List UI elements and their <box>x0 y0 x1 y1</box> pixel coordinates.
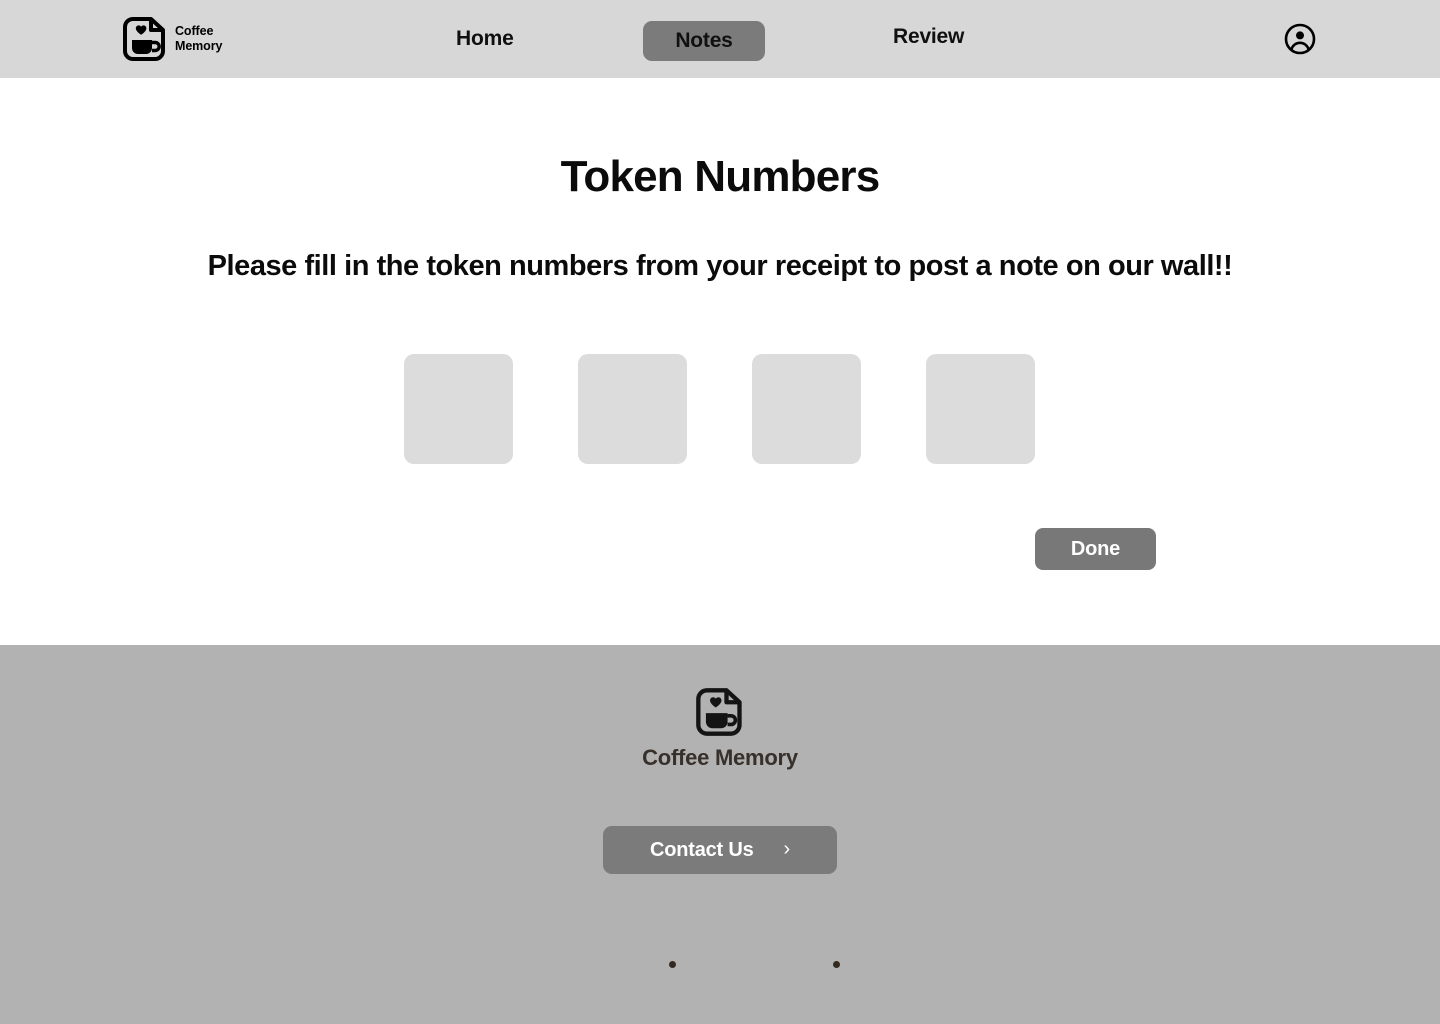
token-input-2[interactable] <box>578 354 687 464</box>
page-root: Coffee Memory Home Notes Review Token Nu… <box>0 0 1440 1024</box>
done-button[interactable]: Done <box>1035 528 1156 570</box>
contact-us-label: Contact Us <box>649 838 754 861</box>
brand-name-line1: Coffee <box>175 24 214 39</box>
chevron-right-icon: › <box>783 838 791 860</box>
token-input-3[interactable] <box>752 354 861 464</box>
token-input-group <box>404 354 1035 464</box>
social-dot-icon-1[interactable] <box>669 961 676 968</box>
site-header: Coffee Memory Home Notes Review <box>0 0 1440 78</box>
token-input-4[interactable] <box>926 354 1035 464</box>
coffee-note-logo-icon <box>123 17 165 61</box>
main-content: Token Numbers Please fill in the token n… <box>0 78 1440 645</box>
nav-item-notes-label: Notes <box>675 29 733 52</box>
contact-us-button[interactable]: Contact Us › <box>603 826 837 874</box>
brand-name: Coffee Memory <box>175 24 222 54</box>
brand-name-line2: Memory <box>175 39 223 53</box>
social-dot-icon-2[interactable] <box>833 961 840 968</box>
footer-brand-name: Coffee Memory <box>642 745 798 770</box>
page-title: Token Numbers <box>560 152 881 201</box>
nav-item-review[interactable]: Review <box>893 25 964 49</box>
coffee-note-logo-icon <box>696 688 742 736</box>
site-footer: Coffee Memory Contact Us › <box>0 645 1440 1024</box>
brand-logo[interactable]: Coffee Memory <box>123 15 222 63</box>
nav-item-notes[interactable]: Notes <box>643 21 765 61</box>
footer-logo <box>0 686 1440 738</box>
page-subtitle: Please fill in the token numbers from yo… <box>207 250 1233 282</box>
token-input-1[interactable] <box>404 354 513 464</box>
nav-item-home[interactable]: Home <box>456 27 514 51</box>
account-circle-icon[interactable] <box>1284 23 1316 55</box>
